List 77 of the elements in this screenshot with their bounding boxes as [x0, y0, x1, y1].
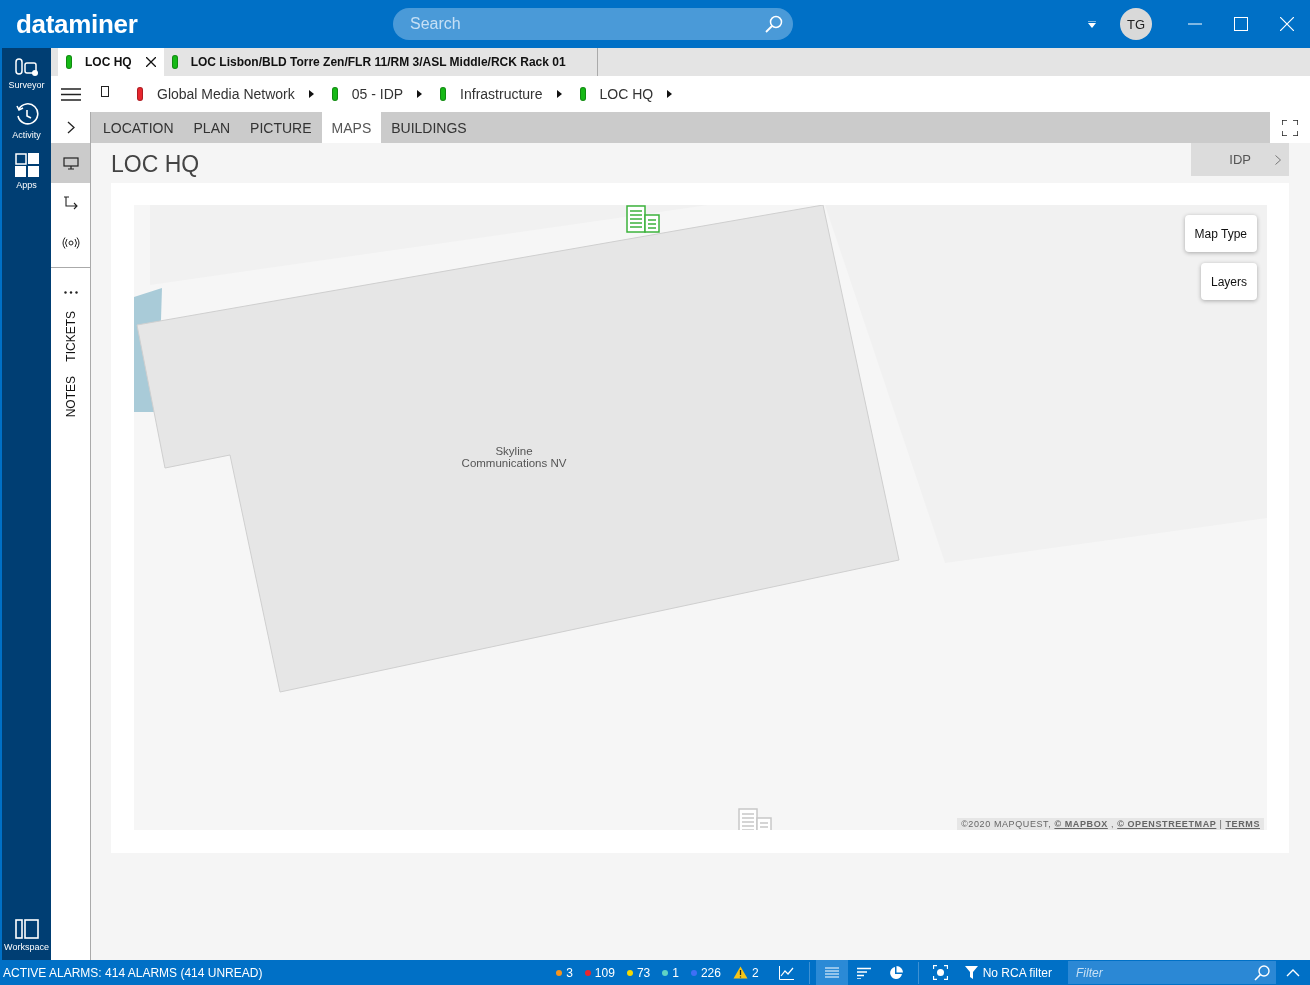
app-logo: dataminer: [16, 8, 139, 40]
document-tab[interactable]: LOC HQ: [58, 48, 164, 76]
monitor-icon: [62, 156, 79, 170]
warning-icon: [732, 966, 748, 979]
filter-input[interactable]: Filter: [1074, 964, 1254, 981]
page-icon[interactable]: [101, 85, 109, 97]
warning-counter[interactable]: 2: [732, 965, 759, 980]
view-tab[interactable]: PLAN: [183, 112, 241, 143]
search-input[interactable]: Search: [408, 14, 765, 34]
view-mode-button[interactable]: [815, 960, 848, 985]
breadcrumb-item[interactable]: 05 - IDP: [331, 86, 423, 102]
attribution-link[interactable]: TERMS: [1225, 819, 1260, 829]
map-view[interactable]: Skyline Communications NV Map Type Layers ©2020 MAPQUEST, © MAPBOX , © OPENSTREETMAP | TERMS: [134, 205, 1267, 830]
list-lines-icon: [824, 966, 839, 979]
side-panel-tab[interactable]: NOTES: [63, 375, 78, 417]
apps-grid-icon: [14, 153, 39, 177]
page-title: LOC HQ: [111, 151, 200, 178]
chevron-right-icon: [66, 121, 75, 134]
focus-icon: [933, 965, 949, 980]
surveyor-icon: [14, 57, 39, 77]
search-icon: [765, 15, 783, 33]
user-avatar[interactable]: TG: [1120, 8, 1152, 40]
view-tab[interactable]: BUILDINGS: [381, 112, 477, 143]
alarm-counter[interactable]: 226: [690, 965, 721, 980]
chevron-right-icon: [1275, 154, 1281, 165]
chevron-up-icon: [1286, 968, 1300, 977]
attribution-link[interactable]: © MAPBOX: [1054, 819, 1108, 829]
place-label: Skyline Communications NV: [460, 445, 568, 469]
fullscreen-icon: [1282, 119, 1298, 136]
next-page-button[interactable]: IDP: [1191, 143, 1289, 176]
maximize-icon: [1234, 17, 1248, 31]
document-tab[interactable]: LOC Lisbon/BLD Torre Zen/FLR 11/RM 3/ASL Middle/RCK Rack 01: [163, 48, 598, 76]
side-panel-tab[interactable]: TICKETS: [63, 311, 78, 362]
caret-right-icon: [556, 90, 562, 98]
alarm-counter[interactable]: 1: [662, 965, 679, 980]
attribution-link[interactable]: © OPENSTREETMAP: [1117, 819, 1217, 829]
signal-waves-icon: [61, 237, 80, 249]
building-icon: [626, 205, 660, 233]
search-icon: [1254, 964, 1270, 981]
panels-icon: [14, 919, 39, 939]
alarm-counter[interactable]: 73: [626, 965, 651, 980]
nav-item[interactable]: Surveyor: [2, 48, 51, 94]
view-tab[interactable]: LOCATION: [93, 112, 184, 143]
side-tool-button[interactable]: [51, 143, 90, 183]
connection-arrow-icon: [62, 196, 79, 210]
view-tab[interactable]: MAPS: [321, 112, 382, 143]
minimize-icon: [1188, 23, 1202, 25]
dropdown-icon: [1088, 20, 1096, 28]
alarm-counter[interactable]: 3: [556, 965, 573, 980]
filter-field[interactable]: Filter: [1068, 961, 1276, 984]
map-control-button[interactable]: Map Type: [1184, 215, 1257, 252]
caret-right-icon: [667, 90, 673, 98]
more-dots-icon: [63, 291, 78, 294]
alarm-counter[interactable]: 109: [584, 965, 615, 980]
pie-chart-icon: [888, 965, 903, 980]
breadcrumb-item[interactable]: Global Media Network: [137, 86, 314, 102]
rca-filter-button[interactable]: No RCA filter: [964, 965, 1052, 980]
sort-bars-icon: [856, 966, 871, 979]
alarm-summary: ACTIVE ALARMS: 414 ALARMS (414 UNREAD): [3, 965, 264, 980]
menu-icon: [61, 87, 81, 101]
search-field[interactable]: Search: [393, 8, 793, 40]
nav-item[interactable]: Apps: [2, 144, 51, 194]
close-icon: [1280, 17, 1294, 31]
map-attribution: ©2020 MAPQUEST, © MAPBOX , © OPENSTREETMAP | TERMS: [957, 818, 1264, 830]
building-icon: [738, 808, 772, 830]
breadcrumb-item[interactable]: Infrastructure: [440, 86, 562, 102]
caret-right-icon: [308, 90, 314, 98]
history-icon: [14, 103, 39, 127]
workspace-button[interactable]: Workspace: [2, 910, 51, 960]
map-control-button[interactable]: Layers: [1200, 263, 1257, 300]
line-chart-icon: [779, 965, 795, 980]
caret-right-icon: [417, 90, 423, 98]
breadcrumb-item[interactable]: LOC HQ: [579, 86, 673, 102]
close-tab-icon[interactable]: [145, 57, 156, 67]
funnel-icon: [964, 966, 978, 979]
view-tab[interactable]: PICTURE: [240, 112, 322, 143]
nav-item[interactable]: Activity: [2, 94, 51, 144]
